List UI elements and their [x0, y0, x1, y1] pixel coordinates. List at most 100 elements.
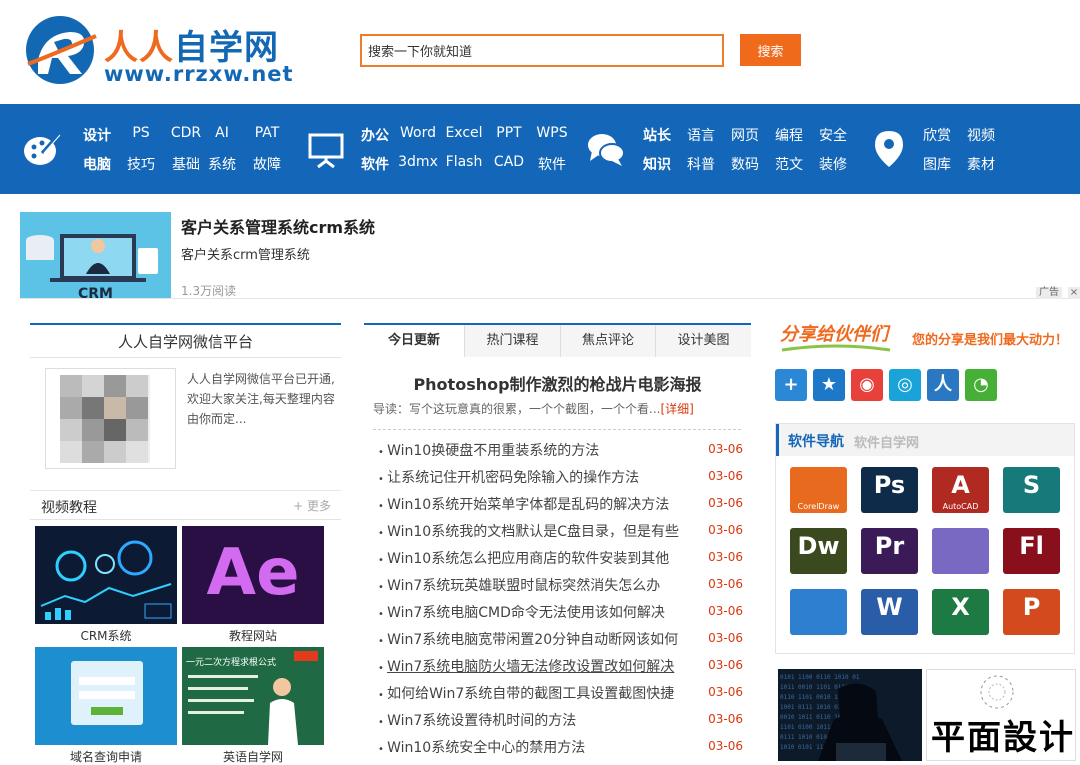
video-caption[interactable]: 域名查询申请 [35, 748, 177, 765]
share-tencent-weibo-icon[interactable]: ◎ [889, 369, 921, 401]
nav-design-top-item[interactable]: CDR [166, 125, 206, 141]
news-item-title[interactable]: • Win10换硬盘不用重装系统的方法 [378, 440, 698, 460]
news-item[interactable]: • Win10系统怎么把应用商店的软件安装到其他 03-06 [378, 548, 743, 575]
flash-icon[interactable]: Fl [1003, 528, 1060, 574]
news-item[interactable]: • 如何给Win7系统自带的截图工具设置截图快捷 03-06 [378, 683, 743, 710]
nav-fun-top-item[interactable]: 视频 [964, 125, 998, 145]
graphic-design-promo-image[interactable]: 平面設计 [926, 669, 1076, 761]
ad-image[interactable]: CRM [20, 212, 171, 298]
excel-icon[interactable]: X [932, 589, 989, 635]
nav-office-top-item[interactable]: Word [398, 125, 438, 141]
news-title-text[interactable]: Win10系统怎么把应用商店的软件安装到其他 [387, 551, 669, 567]
share-wechat-icon[interactable]: ◔ [965, 369, 997, 401]
hacker-promo-image[interactable]: 0101 1100 0110 1010 01 1011 0010 1101 011… [778, 669, 922, 761]
news-item[interactable]: • Win7系统玩英雄联盟时鼠标突然消失怎么办 03-06 [378, 575, 743, 602]
news-title-text[interactable]: Win10系统安全中心的禁用方法 [387, 740, 585, 756]
news-title-text[interactable]: Win7系统电脑宽带闲置20分钟自动断网该如何 [387, 632, 678, 648]
nav-web-bottom-item[interactable]: 科普 [684, 154, 718, 174]
video-thumb-domain[interactable] [35, 647, 177, 745]
featured-more-link[interactable]: [详细] [660, 402, 693, 416]
news-title-text[interactable]: Win7系统设置待机时间的方法 [387, 713, 576, 729]
news-item-title[interactable]: • Win10系统我的文档默认是C盘目录，但是有些 [378, 521, 698, 541]
news-item-title[interactable]: • Win10系统安全中心的禁用方法 [378, 737, 698, 757]
video-more-link[interactable]: + 更多 [293, 497, 331, 514]
nav-design-top-item[interactable]: PS [122, 125, 160, 141]
video-thumb-crm[interactable] [35, 526, 177, 624]
windows-icon[interactable] [790, 589, 847, 635]
news-title-text[interactable]: 让系统记住开机密码免除输入的操作方法 [387, 470, 639, 486]
news-item[interactable]: • Win7系统电脑CMD命令无法使用该如何解决 03-06 [378, 602, 743, 629]
nav-design-top-item[interactable]: PAT [246, 125, 288, 141]
nav-office-bottom-item[interactable]: CAD [492, 154, 526, 170]
nav-web-top-item[interactable]: 网页 [728, 125, 762, 145]
video-thumb-english[interactable]: 一元二次方程求根公式 [182, 647, 324, 745]
nav-fun-bottom-item[interactable]: 素材 [964, 154, 998, 174]
share-qzone-icon[interactable]: ★ [813, 369, 845, 401]
nav-web-bottom-item[interactable]: 装修 [816, 154, 850, 174]
news-item[interactable]: • Win10系统开始菜单字体都是乱码的解决方法 03-06 [378, 494, 743, 521]
nav-office-bottom-item[interactable]: 软件 [358, 154, 392, 174]
news-item-title[interactable]: • Win10系统怎么把应用商店的软件安装到其他 [378, 548, 698, 568]
nav-design-bottom-item[interactable]: 技巧 [122, 154, 160, 174]
tab-today-updates[interactable]: 今日更新 [364, 325, 464, 357]
ad-banner[interactable]: CRM 客户关系管理系统crm系统 客户关系crm管理系统 1.3万阅读 [20, 212, 1080, 299]
news-title-text[interactable]: Win10换硬盘不用重装系统的方法 [387, 443, 599, 459]
nav-design-top-item[interactable]: 设计 [76, 125, 118, 145]
news-item[interactable]: • Win7系统电脑宽带闲置20分钟自动断网该如何 03-06 [378, 629, 743, 656]
tab-hot-courses[interactable]: 热门课程 [464, 325, 560, 357]
site-logo[interactable]: 人人自学网 www.rrzxw.net [24, 14, 294, 90]
autocad-icon[interactable]: A AutoCAD [932, 467, 989, 513]
news-item[interactable]: • Win10换硬盘不用重装系统的方法 03-06 [378, 440, 743, 467]
featured-article-title[interactable]: Photoshop制作激烈的枪战片电影海报 [364, 371, 751, 395]
news-item-title[interactable]: • Win7系统玩英雄联盟时鼠标突然消失怎么办 [378, 575, 698, 595]
nav-office-bottom-item[interactable]: 3dmx [398, 154, 438, 170]
news-title-text[interactable]: 如何给Win7系统自带的截图工具设置截图快捷 [387, 686, 674, 702]
nav-office-top-item[interactable]: 办公 [358, 125, 392, 145]
news-title-text[interactable]: Win7系统玩英雄联盟时鼠标突然消失怎么办 [387, 578, 660, 594]
share-plus-icon[interactable]: + [775, 369, 807, 401]
nav-web-top-item[interactable]: 语言 [684, 125, 718, 145]
nav-design-top-item[interactable]: AI [206, 125, 238, 141]
nav-office-top-item[interactable]: Excel [444, 125, 484, 141]
video-caption[interactable]: 英语自学网 [182, 748, 324, 765]
dreamweaver-icon[interactable]: Dw [790, 528, 847, 574]
news-item-title[interactable]: • Win10系统开始菜单字体都是乱码的解决方法 [378, 494, 698, 514]
search-input[interactable] [360, 34, 724, 67]
tab-design-images[interactable]: 设计美图 [655, 325, 751, 357]
nav-web-bottom-item[interactable]: 范文 [772, 154, 806, 174]
nav-web-top-item[interactable]: 编程 [772, 125, 806, 145]
camera-icon[interactable] [932, 528, 989, 574]
news-title-text[interactable]: Win7系统电脑防火墙无法修改设置改如何解决 [387, 659, 674, 675]
news-item[interactable]: • Win7系统电脑防火墙无法修改设置改如何解决 03-06 [378, 656, 743, 683]
news-item[interactable]: • 让系统记住开机密码免除输入的操作方法 03-06 [378, 467, 743, 494]
video-caption[interactable]: 教程网站 [182, 627, 324, 644]
news-title-text[interactable]: Win10系统开始菜单字体都是乱码的解决方法 [387, 497, 669, 513]
word-icon[interactable]: W [861, 589, 918, 635]
news-item-title[interactable]: • Win7系统电脑防火墙无法修改设置改如何解决 [378, 656, 698, 676]
nav-fun-top-item[interactable]: 欣赏 [920, 125, 954, 145]
ad-close-button[interactable]: × [1068, 287, 1080, 299]
coreldraw-icon[interactable]: CorelDraw [790, 467, 847, 513]
nav-office-top-item[interactable]: PPT [492, 125, 526, 141]
share-renren-icon[interactable]: 人 [927, 369, 959, 401]
search-button[interactable]: 搜索 [740, 34, 801, 66]
powerpoint-icon[interactable]: P [1003, 589, 1060, 635]
3dsmax-icon[interactable]: S [1003, 467, 1060, 513]
nav-web-bottom-item[interactable]: 知识 [640, 154, 674, 174]
video-thumb-ae[interactable]: Ae [182, 526, 324, 624]
share-weibo-icon[interactable]: ◉ [851, 369, 883, 401]
news-item-title[interactable]: • Win7系统电脑CMD命令无法使用该如何解决 [378, 602, 698, 622]
nav-office-bottom-item[interactable]: 软件 [534, 154, 570, 174]
nav-office-bottom-item[interactable]: Flash [444, 154, 484, 170]
news-item-title[interactable]: • Win7系统设置待机时间的方法 [378, 710, 698, 730]
ad-title[interactable]: 客户关系管理系统crm系统 [181, 214, 375, 238]
nav-design-bottom-item[interactable]: 系统 [206, 154, 238, 174]
news-item-title[interactable]: • 让系统记住开机密码免除输入的操作方法 [378, 467, 698, 487]
nav-web-top-item[interactable]: 站长 [640, 125, 674, 145]
nav-web-top-item[interactable]: 安全 [816, 125, 850, 145]
nav-fun-bottom-item[interactable]: 图库 [920, 154, 954, 174]
nav-web-bottom-item[interactable]: 数码 [728, 154, 762, 174]
nav-office-top-item[interactable]: WPS [534, 125, 570, 141]
news-item-title[interactable]: • Win7系统电脑宽带闲置20分钟自动断网该如何 [378, 629, 698, 649]
nav-design-bottom-item[interactable]: 故障 [246, 154, 288, 174]
